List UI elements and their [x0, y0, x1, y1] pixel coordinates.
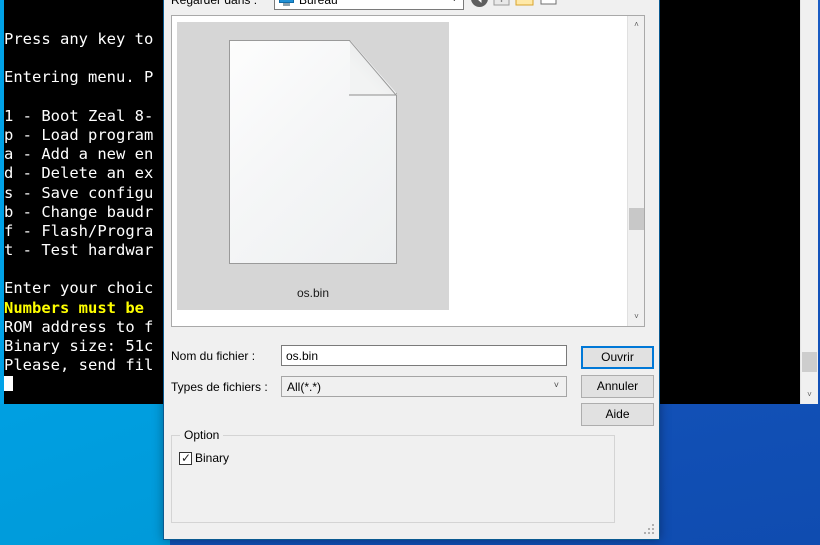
- up-folder-icon[interactable]: [491, 0, 512, 9]
- new-folder-icon[interactable]: [514, 0, 535, 9]
- serial-terminal-window[interactable]: Press any key to Entering menu. P 1 - Bo…: [0, 0, 163, 404]
- binary-checkbox[interactable]: ✓ Binary: [179, 451, 229, 465]
- terminal-line: Binary size: 51c: [4, 337, 154, 355]
- check-icon: ✓: [181, 450, 192, 465]
- look-in-value: Bureau: [299, 0, 338, 7]
- file-type-value: All(*.*): [287, 380, 322, 394]
- open-file-dialog[interactable]: Regarder dans : Bureau ˅: [163, 0, 660, 540]
- terminal-cursor-line: [4, 375, 163, 394]
- terminal-line: s - Save configu: [4, 183, 154, 202]
- terminal-output: Press any key to Entering menu. P 1 - Bo…: [4, 30, 163, 395]
- view-mode-icon[interactable]: [538, 0, 559, 9]
- look-in-combobox[interactable]: Bureau ˅: [274, 0, 464, 10]
- background-window-scrollbar[interactable]: ˅: [800, 0, 818, 404]
- chevron-down-icon: ˅: [553, 380, 559, 390]
- file-list-pane[interactable]: os.bin ˄ ˅: [171, 15, 645, 327]
- terminal-line: a - Add a new en: [4, 145, 154, 164]
- terminal-cursor: [4, 376, 13, 392]
- scrollbar-thumb[interactable]: [629, 208, 644, 230]
- resize-grip[interactable]: [644, 524, 656, 536]
- file-type-field-label: Types de fichiers :: [171, 380, 268, 394]
- chevron-down-icon[interactable]: ˅: [559, 0, 564, 2]
- look-in-row: Regarder dans : Bureau ˅: [164, 0, 659, 13]
- look-in-label: Regarder dans :: [171, 0, 258, 7]
- terminal-line: p - Load program: [4, 125, 154, 144]
- back-arrow-icon[interactable]: [469, 0, 490, 9]
- file-type-combobox[interactable]: All(*.*) ˅: [281, 376, 567, 397]
- terminal-line: ROM address to f: [4, 317, 154, 336]
- terminal-line: t - Test hardwar: [4, 241, 154, 260]
- file-list-scrollbar[interactable]: ˄ ˅: [627, 16, 644, 326]
- help-button[interactable]: Aide: [581, 403, 654, 426]
- option-groupbox-legend: Option: [180, 428, 224, 442]
- terminal-line: Enter your choic: [4, 279, 154, 298]
- document-icon: [229, 40, 397, 264]
- file-name-input[interactable]: [281, 345, 567, 366]
- terminal-line: b - Change baudr: [4, 202, 154, 221]
- terminal-line: 1 - Boot Zeal 8-: [4, 106, 154, 125]
- terminal-line: f - Flash/Progra: [4, 221, 154, 240]
- terminal-line: Numbers must be: [4, 298, 144, 317]
- chevron-up-icon[interactable]: ˄: [628, 16, 645, 34]
- option-groupbox: Option ✓ Binary: [171, 428, 615, 523]
- file-name-field-label: Nom du fichier :: [171, 349, 256, 363]
- list-item[interactable]: os.bin: [177, 22, 449, 310]
- file-name-label: os.bin: [296, 286, 330, 300]
- cancel-button[interactable]: Annuler: [581, 375, 654, 398]
- chevron-down-icon[interactable]: ˅: [801, 385, 818, 404]
- open-button[interactable]: Ouvrir: [581, 346, 654, 369]
- terminal-line: Entering menu. P: [4, 68, 154, 87]
- chevron-down-icon[interactable]: ˅: [628, 308, 645, 326]
- monitor-icon: [279, 0, 294, 6]
- chevron-down-icon: ˅: [452, 0, 457, 4]
- terminal-line: d - Delete an ex: [4, 164, 154, 183]
- terminal-line: Please, send fil: [4, 356, 154, 375]
- background-scrollbar-thumb[interactable]: [802, 352, 817, 372]
- checkbox-box[interactable]: ✓: [179, 450, 192, 465]
- terminal-line: Press any key to: [4, 30, 154, 48]
- binary-checkbox-label: Binary: [195, 451, 230, 465]
